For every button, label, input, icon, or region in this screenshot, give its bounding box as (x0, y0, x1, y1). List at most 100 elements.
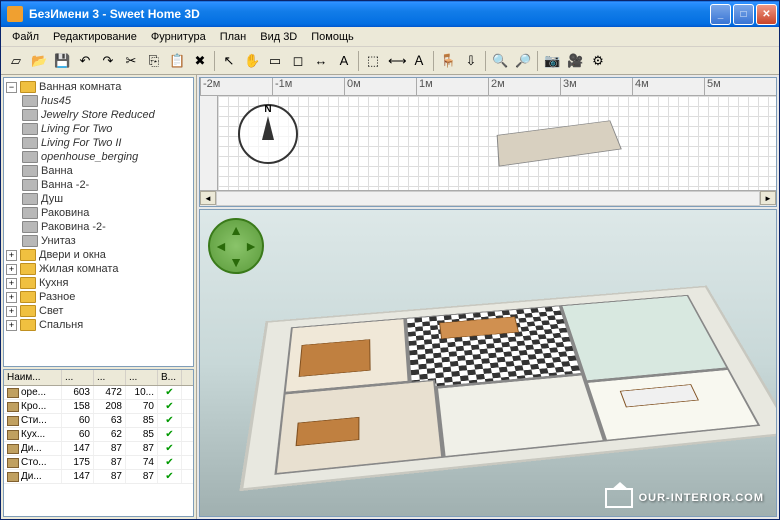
minimize-button[interactable]: _ (710, 4, 731, 25)
photo-button[interactable]: 📷 (541, 50, 563, 72)
table-row[interactable]: Ди...1478787✔ (4, 470, 193, 484)
table-row[interactable]: Кух...606285✔ (4, 428, 193, 442)
menu-3d[interactable]: Вид 3D (253, 29, 304, 45)
table-row[interactable]: оре...60347210...✔ (4, 386, 193, 400)
menu-furniture[interactable]: Фурнитура (144, 29, 213, 45)
col-v[interactable]: В... (158, 370, 182, 385)
new-button[interactable]: ▱ (5, 50, 27, 72)
open-button[interactable]: 📂 (28, 50, 50, 72)
zoom-in-button[interactable]: 🔍 (489, 50, 511, 72)
col-name[interactable]: Наим... (4, 370, 62, 385)
paste-button[interactable]: 📋 (166, 50, 188, 72)
tree-category[interactable]: +Жилая комната (6, 262, 191, 276)
add-furniture-button[interactable]: 🪑 (437, 50, 459, 72)
cell-visible[interactable]: ✔ (158, 400, 182, 413)
ruler-tick: 0м (344, 78, 416, 95)
add-text-button[interactable]: Ａ (408, 50, 430, 72)
tree-category[interactable]: +Двери и окна (6, 248, 191, 262)
save-button[interactable]: 💾 (51, 50, 73, 72)
cell-name: Ди... (4, 470, 62, 483)
cell-visible[interactable]: ✔ (158, 414, 182, 427)
create-dim-button[interactable]: ⟷ (385, 50, 407, 72)
tree-category[interactable]: +Свет (6, 304, 191, 318)
room-button[interactable]: ◻ (287, 50, 309, 72)
col-h[interactable]: ... (126, 370, 158, 385)
dimension-button[interactable]: ↔ (310, 50, 332, 72)
col-w[interactable]: ... (62, 370, 94, 385)
tree-item[interactable]: Living For Two II (22, 136, 191, 150)
tree-category[interactable]: +Спальня (6, 318, 191, 332)
redo-button[interactable]: ↷ (97, 50, 119, 72)
menu-file[interactable]: Файл (5, 29, 46, 45)
select-button[interactable]: ↖ (218, 50, 240, 72)
expand-icon[interactable]: + (6, 250, 17, 261)
menu-plan[interactable]: План (213, 29, 254, 45)
cell-visible[interactable]: ✔ (158, 470, 182, 483)
tree-item[interactable]: Унитаз (22, 234, 191, 248)
tree-item[interactable]: Душ (22, 192, 191, 206)
undo-button[interactable]: ↶ (74, 50, 96, 72)
collapse-icon[interactable]: − (6, 82, 17, 93)
tree-item[interactable]: Living For Two (22, 122, 191, 136)
furniture-table[interactable]: Наим... ... ... ... В... оре...60347210.… (3, 369, 194, 517)
ruler-tick: 5м (704, 78, 776, 95)
cell-d: 63 (94, 414, 126, 427)
text-button[interactable]: A (333, 50, 355, 72)
tree-item[interactable]: hus45 (22, 94, 191, 108)
tree-category[interactable]: +Кухня (6, 276, 191, 290)
tree-item[interactable]: Раковина (22, 206, 191, 220)
compass-icon[interactable] (238, 104, 298, 164)
scrollbar-h[interactable]: ◄ ► (200, 190, 776, 206)
expand-icon[interactable]: + (6, 278, 17, 289)
wall-button[interactable]: ▭ (264, 50, 286, 72)
table-row[interactable]: Ди...1478787✔ (4, 442, 193, 456)
expand-icon[interactable]: + (6, 306, 17, 317)
scroll-left-button[interactable]: ◄ (200, 191, 216, 205)
cell-visible[interactable]: ✔ (158, 442, 182, 455)
delete-button[interactable]: ✖ (189, 50, 211, 72)
cut-button[interactable]: ✂ (120, 50, 142, 72)
scroll-track[interactable] (216, 191, 760, 206)
table-row[interactable]: Сто...1758774✔ (4, 456, 193, 470)
nav-left-icon[interactable]: ◄ (214, 238, 228, 254)
view-3d[interactable]: ▲ ▼ ◄ ► OUR-INTERIOR.COM (199, 209, 777, 517)
tree-category[interactable]: +Разное (6, 290, 191, 304)
settings-button[interactable]: ⚙ (587, 50, 609, 72)
nav-down-icon[interactable]: ▼ (229, 254, 243, 270)
tree-item-label: Раковина -2- (41, 221, 106, 233)
video-button[interactable]: 🎥 (564, 50, 586, 72)
tree-item[interactable]: Ванна (22, 164, 191, 178)
import-button[interactable]: ⇩ (460, 50, 482, 72)
expand-icon[interactable]: + (6, 264, 17, 275)
plan-canvas[interactable] (218, 96, 776, 190)
plan-view[interactable]: -2м-1м0м1м2м3м4м5м ◄ ► (199, 77, 777, 207)
expand-icon[interactable]: + (6, 320, 17, 331)
maximize-button[interactable]: □ (733, 4, 754, 25)
scroll-right-button[interactable]: ► (760, 191, 776, 205)
cell-d: 87 (94, 456, 126, 469)
col-d[interactable]: ... (94, 370, 126, 385)
catalog-tree[interactable]: − Ванная комната hus45Jewelry Store Redu… (3, 77, 194, 367)
tree-item[interactable]: Раковина -2- (22, 220, 191, 234)
nav-control[interactable]: ▲ ▼ ◄ ► (208, 218, 264, 274)
cell-visible[interactable]: ✔ (158, 456, 182, 469)
tree-root[interactable]: − Ванная комната (6, 80, 191, 94)
tree-item[interactable]: Jewelry Store Reduced (22, 108, 191, 122)
nav-up-icon[interactable]: ▲ (229, 222, 243, 238)
tree-item[interactable]: openhouse_berging (22, 150, 191, 164)
table-row[interactable]: Кро...15820870✔ (4, 400, 193, 414)
expand-icon[interactable]: + (6, 292, 17, 303)
zoom-out-button[interactable]: 🔎 (512, 50, 534, 72)
table-row[interactable]: Сти...606385✔ (4, 414, 193, 428)
pan-button[interactable]: ✋ (241, 50, 263, 72)
copy-button[interactable]: ⎘ (143, 50, 165, 72)
titlebar[interactable]: БезИмени 3 - Sweet Home 3D _ □ ✕ (1, 1, 779, 27)
tree-item[interactable]: Ванна -2- (22, 178, 191, 192)
close-button[interactable]: ✕ (756, 4, 777, 25)
cell-visible[interactable]: ✔ (158, 386, 182, 399)
menu-edit[interactable]: Редактирование (46, 29, 144, 45)
nav-right-icon[interactable]: ► (244, 238, 258, 254)
create-room-button[interactable]: ⬚ (362, 50, 384, 72)
cell-visible[interactable]: ✔ (158, 428, 182, 441)
menu-help[interactable]: Помощь (304, 29, 361, 45)
